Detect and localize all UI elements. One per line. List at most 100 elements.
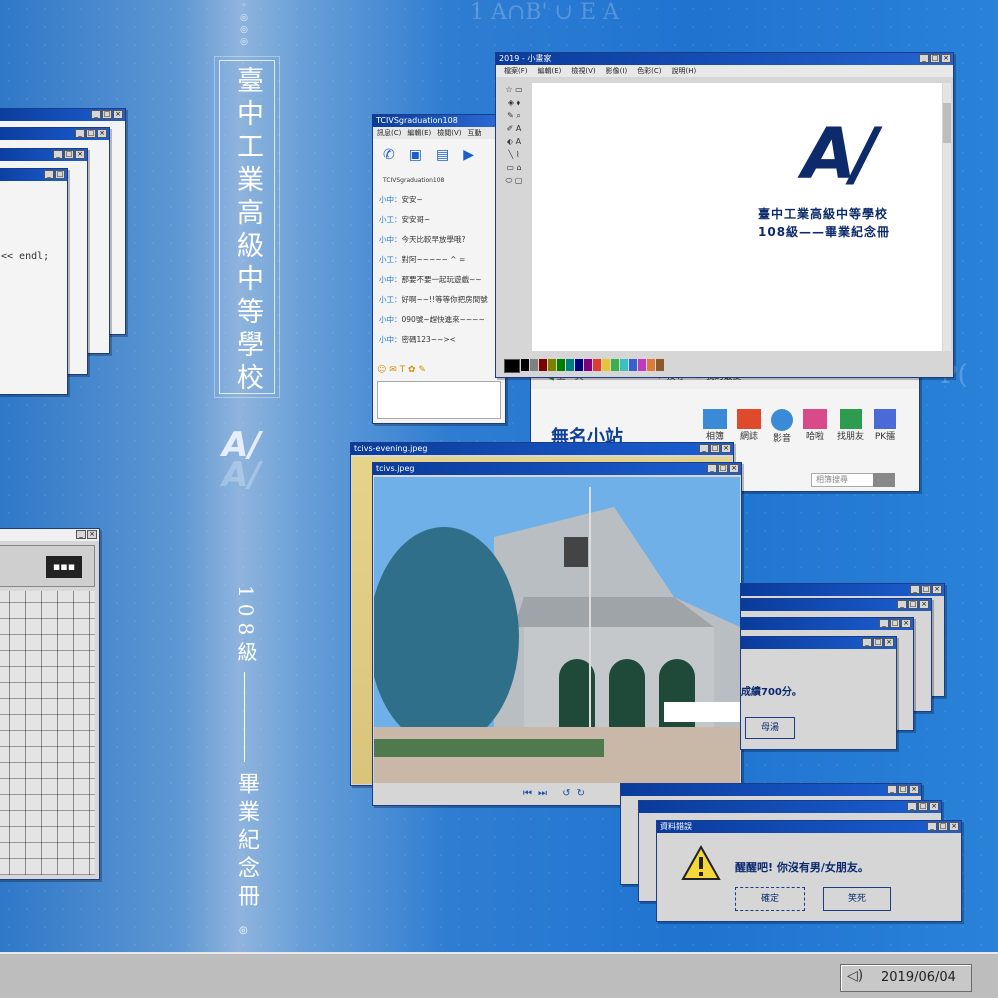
phone-icon[interactable]: ✆: [383, 147, 395, 173]
chat-title: TCIVSgraduation108: [376, 116, 458, 125]
menu-edit[interactable]: 編輯(E): [407, 127, 431, 139]
chat-text: 090號~趕快進來~~~~: [401, 315, 485, 324]
close-button[interactable]: ×: [941, 54, 951, 63]
chat-sender: 小中：: [379, 195, 402, 204]
chat-sender: 小工：: [379, 215, 402, 224]
emoji-toolbar[interactable]: ☺ ✉ T ✿ ✎: [377, 365, 426, 375]
speaker-icon[interactable]: ◁): [847, 968, 863, 984]
photo-back-title: tcivs-evening.jpeg: [354, 444, 428, 453]
nav-albums[interactable]: 相簿: [703, 409, 727, 444]
menu-message[interactable]: 訊息(C): [377, 127, 401, 139]
minimize-button[interactable]: _: [707, 464, 717, 473]
class-year: 108級: [234, 585, 258, 668]
image-icon[interactable]: ▣: [409, 147, 422, 173]
files-icon[interactable]: ▤: [436, 147, 449, 173]
alert-title: 資料錯誤: [660, 822, 692, 831]
ok-button[interactable]: 確定: [735, 887, 805, 911]
chat-message: 小工：對阿~~~~~ ^ =: [379, 254, 505, 265]
rotate-right-icon[interactable]: ↻: [577, 788, 591, 799]
chat-sender: 小中：: [379, 235, 402, 244]
logo-reflection: A/: [222, 455, 261, 495]
mine-counter: ▪▪▪: [46, 556, 82, 578]
friends-icon: [839, 409, 862, 429]
warning-icon: [681, 845, 721, 880]
menu-view[interactable]: 檢視(V): [571, 65, 595, 77]
site-nav: 相簿 網誌 影音 哈啦 找朋友 PK擂: [703, 409, 897, 444]
nav-friends[interactable]: 找朋友: [837, 409, 864, 444]
chat-message: 小中：今天比較早放學哦?: [379, 234, 505, 245]
paint-menu: 檔案(F) 編輯(E) 檢視(V) 影像(I) 色彩(C) 說明(H): [496, 65, 953, 77]
chat-menu: 訊息(C) 編輯(E) 檢閱(V) 互動: [373, 127, 505, 139]
code-window-front: _ □ << endl;: [0, 168, 68, 395]
paint-toolbox[interactable]: ☆ ▭ ◈ ⬧ ✎ ⌕ ✐ A ⬖ A ╲ ⌇ ▭ ⌂ ⬭ ▢: [500, 83, 528, 333]
score-message: 成績700分。: [741, 687, 802, 698]
chat-sender: 小中：: [379, 275, 402, 284]
chat-sender: 小工：: [379, 255, 402, 264]
chat-toolbar: ✆ ▣ ▤ ▶: [373, 139, 505, 173]
nav-video[interactable]: 影音: [771, 409, 793, 444]
taskbar: ◁) 2019/06/04: [0, 952, 998, 998]
chat-sender: 小中：: [379, 335, 402, 344]
decor-dots: ◦ ◎ ◎ ◎: [240, 1, 248, 47]
score-button[interactable]: 母湯: [745, 717, 795, 739]
menu-help[interactable]: 說明(H): [672, 65, 697, 77]
nav-chat[interactable]: 哈啦: [803, 409, 827, 444]
video-icon[interactable]: ▶: [463, 147, 474, 173]
menu-image[interactable]: 影像(I): [606, 65, 628, 77]
chat-window: TCIVSgraduation108 訊息(C) 編輯(E) 檢閱(V) 互動 …: [372, 114, 506, 424]
school-title: 臺中工業高級中等學校: [232, 66, 263, 396]
divider-line: [244, 672, 245, 762]
chat-text: 安安哥~: [401, 215, 431, 224]
minesweeper-header: ▪▪▪: [0, 545, 95, 587]
chat-message: 小工：好啊~~!!等等你把房間號: [379, 294, 505, 305]
rotate-left-icon[interactable]: ↺: [562, 788, 576, 799]
chat-text: 那要不要一起玩遊戲~~: [401, 275, 482, 284]
menu-interact[interactable]: 互動: [468, 127, 482, 139]
paint-scrollbar[interactable]: [943, 83, 951, 351]
chat-text: 安安~: [401, 195, 423, 204]
alert-message: 醒醒吧! 你沒有男/女朋友。: [735, 861, 869, 874]
nav-blog[interactable]: 網誌: [737, 409, 761, 444]
close-button[interactable]: ×: [949, 822, 959, 831]
decor-dot-bottom: ◎: [239, 925, 248, 936]
clock-date: 2019/06/04: [881, 970, 956, 985]
photo-front-title: tcivs.jpeg: [376, 464, 415, 473]
menu-file[interactable]: 檔案(F): [504, 65, 528, 77]
maximize-button[interactable]: □: [930, 54, 940, 63]
next-icon[interactable]: ⏭: [538, 788, 553, 799]
canvas-logo: A/: [802, 113, 878, 195]
menu-view[interactable]: 檢閱(V): [437, 127, 461, 139]
minimize-button[interactable]: _: [927, 822, 937, 831]
nav-pk[interactable]: PK擂: [874, 409, 897, 444]
album-search-input[interactable]: 相簿搜尋: [811, 473, 877, 487]
chat-sender: 小中：: [379, 315, 402, 324]
chat-icon: [803, 409, 827, 429]
paint-canvas[interactable]: A/ 臺中工業高級中等學校 108級——畢業紀念冊: [532, 83, 942, 351]
menu-edit[interactable]: 編輯(E): [538, 65, 562, 77]
maximize-button[interactable]: □: [938, 822, 948, 831]
prev-icon[interactable]: ⏮: [523, 788, 538, 799]
maximize-button[interactable]: □: [718, 464, 728, 473]
search-go-button[interactable]: [873, 473, 895, 487]
chat-log: 小中：安安~ 小工：安安哥~ 小中：今天比較早放學哦? 小工：對阿~~~~~ ^ = …: [373, 194, 505, 345]
close-button[interactable]: ×: [729, 464, 739, 473]
cancel-button[interactable]: 笑死: [823, 887, 891, 911]
chat-message: 小中：安安~: [379, 194, 505, 205]
chat-text: 對阿~~~~~ ^ =: [401, 255, 466, 264]
book-title: 畢業紀念冊: [234, 772, 259, 912]
menu-colors[interactable]: 色彩(C): [637, 65, 661, 77]
color-palette[interactable]: [504, 359, 664, 373]
chat-text: 今天比較早放學哦?: [401, 235, 466, 244]
minimize-button[interactable]: _: [919, 54, 929, 63]
desktop: 1 A∩B' ∪ E A ƒ(x) P( ◦◎◎◎ 臺中工業高級中等學校 A/ …: [0, 0, 998, 998]
chat-input[interactable]: [377, 381, 501, 419]
chat-message: 小中：密碼123~~><: [379, 334, 505, 345]
alert-dialog: 資料錯誤 _ □ × 醒醒吧! 你沒有男/女朋友。 確定 笑死: [656, 820, 962, 922]
chat-contact: TCIVSgraduation108: [383, 177, 445, 184]
video-icon: [771, 409, 793, 431]
chat-sender: 小工：: [379, 295, 402, 304]
pk-icon: [874, 409, 897, 429]
mine-grid[interactable]: [0, 591, 95, 875]
canvas-subtitle: 108級——畢業紀念冊: [758, 225, 891, 239]
chat-message: 小工：安安哥~: [379, 214, 505, 225]
